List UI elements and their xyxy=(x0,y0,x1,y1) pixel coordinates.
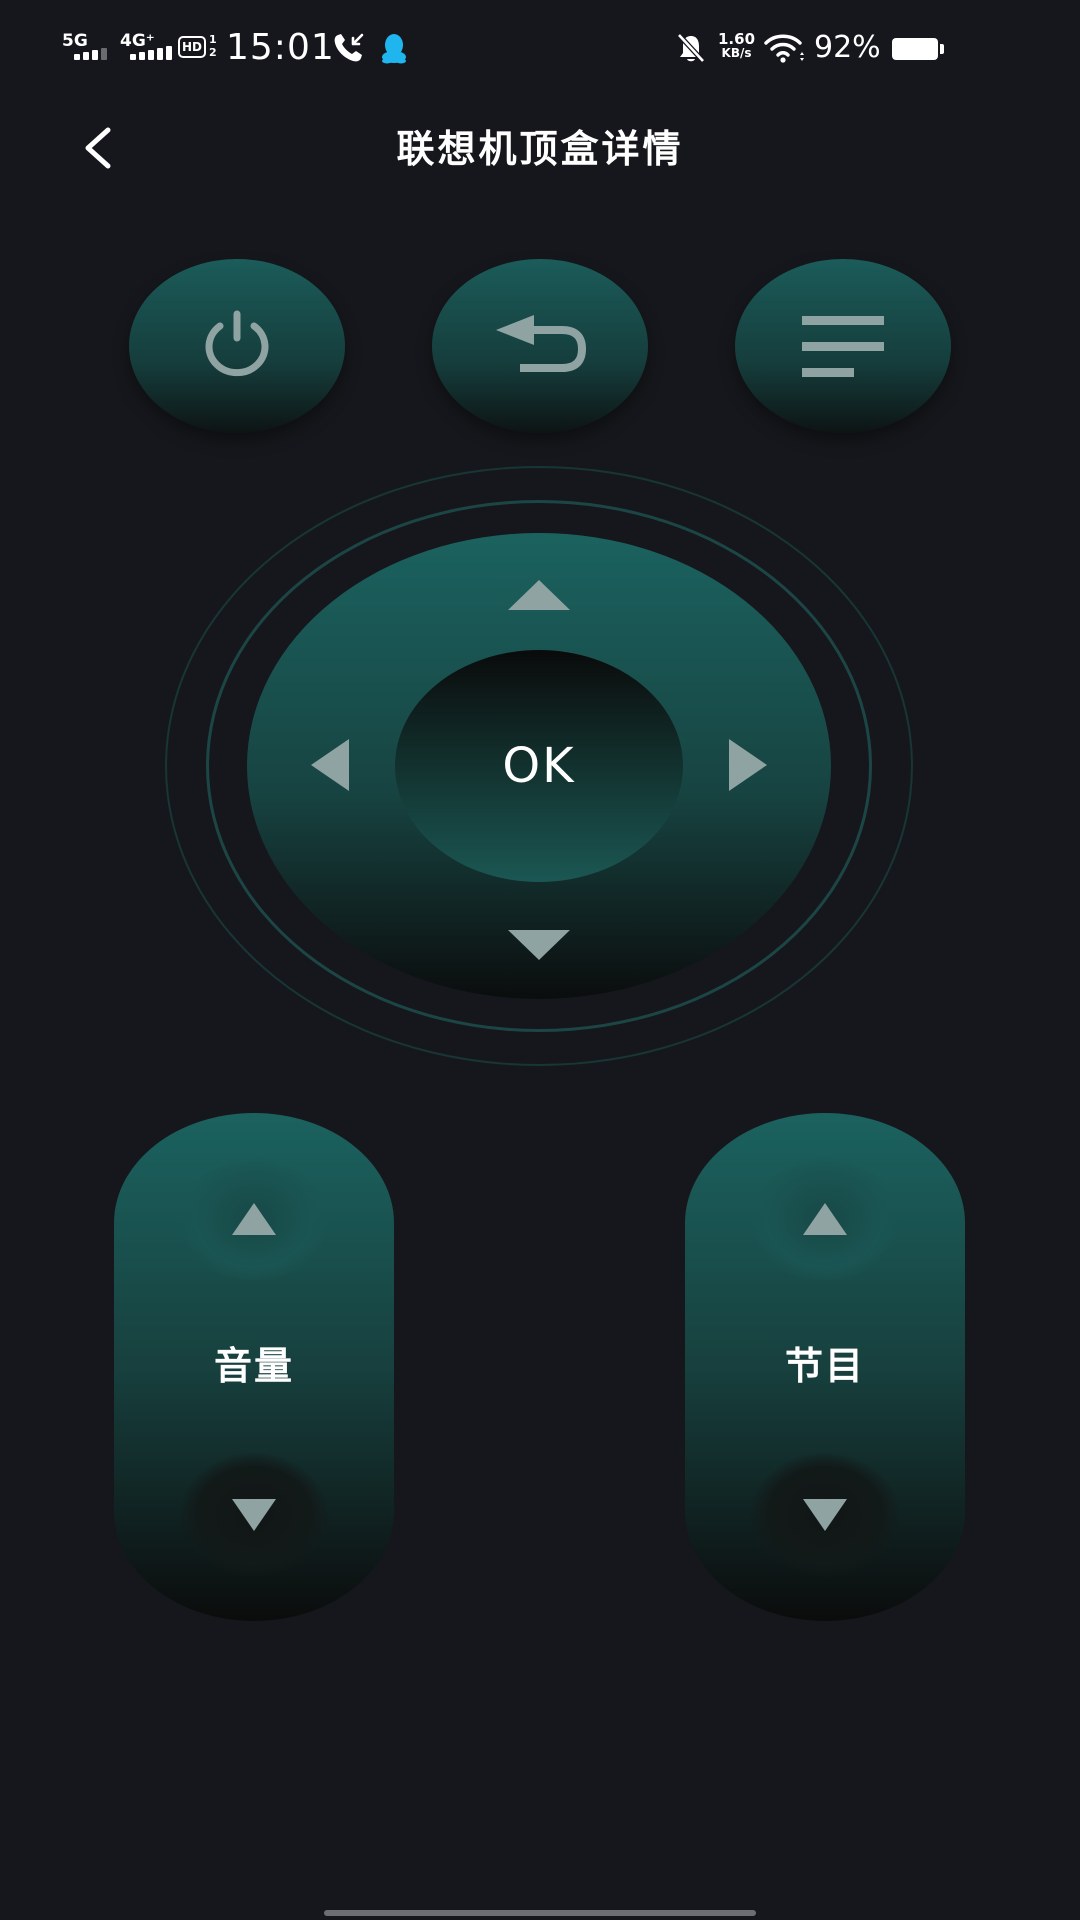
app-header: 联想机顶盒详情 xyxy=(0,96,1080,200)
hd-voice-icon: HD xyxy=(178,36,206,58)
battery-icon xyxy=(892,38,938,60)
remote-control-screen: 5G 4G⁺ HD 1 2 15:01 1.60 KB/s 92% 联想机顶盒详… xyxy=(0,0,1080,1920)
volume-label: 音量 xyxy=(213,1344,294,1388)
page-title: 联想机顶盒详情 xyxy=(396,127,684,171)
triangle-left-icon xyxy=(311,739,349,791)
signal-4g-icon xyxy=(130,46,172,60)
net-speed: 1.60 KB/s xyxy=(718,32,755,60)
battery-percent: 92% xyxy=(814,30,881,65)
return-arrow-icon xyxy=(496,315,587,372)
volume-up-button[interactable] xyxy=(180,1157,328,1281)
power-icon xyxy=(205,310,269,377)
dpad-down-button[interactable] xyxy=(494,915,584,975)
dpad-right-button[interactable] xyxy=(716,730,780,800)
channel-down-button[interactable] xyxy=(751,1453,899,1577)
wifi-icon xyxy=(764,34,804,63)
channel-control: 节目 xyxy=(685,1113,965,1621)
volume-control: 音量 xyxy=(114,1113,394,1621)
dpad-left-button[interactable] xyxy=(298,730,362,800)
triangle-up-icon xyxy=(508,580,570,610)
status-bar: 5G 4G⁺ HD 1 2 15:01 1.60 KB/s 92% xyxy=(0,0,1080,96)
qq-penguin-icon xyxy=(382,34,406,64)
ok-label: OK xyxy=(502,738,576,794)
hd-sim-label: 1 2 xyxy=(209,33,217,59)
status-time: 15:01 xyxy=(226,27,335,68)
channel-label: 节目 xyxy=(784,1344,865,1388)
home-indicator[interactable] xyxy=(324,1910,756,1916)
triangle-right-icon xyxy=(729,739,767,791)
triangle-down-icon xyxy=(232,1499,276,1531)
phone-call-icon xyxy=(334,33,364,62)
power-button[interactable] xyxy=(129,259,345,433)
triangle-down-icon xyxy=(803,1499,847,1531)
menu-lines-icon xyxy=(802,316,884,377)
volume-down-button[interactable] xyxy=(180,1453,328,1577)
net-speed-unit: KB/s xyxy=(721,46,752,60)
return-button[interactable] xyxy=(432,259,648,433)
channel-up-button[interactable] xyxy=(751,1157,899,1281)
signal-5g-icon xyxy=(74,48,107,60)
battery-tip xyxy=(940,44,944,54)
triangle-up-icon xyxy=(803,1203,847,1235)
ok-button[interactable]: OK xyxy=(395,650,683,882)
triangle-down-icon xyxy=(508,930,570,960)
menu-button[interactable] xyxy=(735,259,951,433)
dpad-up-button[interactable] xyxy=(494,565,584,625)
bell-muted-icon xyxy=(677,33,705,63)
triangle-up-icon xyxy=(232,1203,276,1235)
